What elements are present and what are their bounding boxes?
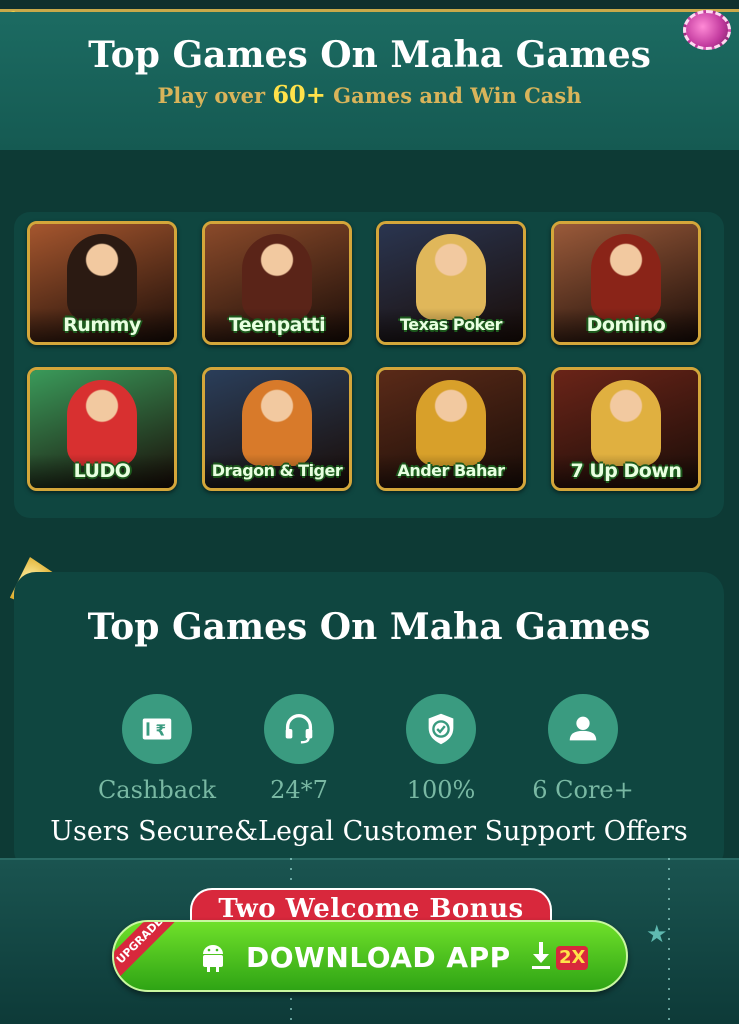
top-strip (0, 0, 739, 12)
casino-chip-icon (683, 10, 731, 50)
download-app-button[interactable]: UPGRADE DOWNLOAD APP 2X (112, 920, 628, 992)
shield-check-icon (406, 694, 476, 764)
game-label: Texas Poker (379, 308, 523, 342)
download-arrow-icon (532, 942, 550, 969)
page-title: Top Games On Maha Games (88, 34, 651, 76)
game-card[interactable]: Rummy (27, 221, 177, 345)
game-card[interactable]: Teenpatti (202, 221, 352, 345)
users-icon (548, 694, 618, 764)
subtitle-suffix: Games and Win Cash (325, 83, 582, 108)
game-label: LUDO (30, 454, 174, 488)
game-label: Rummy (30, 308, 174, 342)
feature-list: ₹ Cashback 24*7 100% 6 Core+ (14, 694, 724, 814)
feature-value: 24*7 (270, 776, 328, 804)
star-decoration-icon: ★ (646, 920, 668, 948)
game-grid: Rummy Teenpatti Texas Poker Domino LUDO Drago… (27, 221, 707, 496)
game-label: Ander Bahar (379, 454, 523, 488)
multiplier-badge: 2X (556, 946, 589, 970)
features-section: Top Games On Maha Games ₹ Cashback 24*7 … (14, 572, 724, 872)
feature-secure: 100% (376, 694, 506, 804)
feature-cashback: ₹ Cashback (92, 694, 222, 804)
game-card[interactable]: 7 Up Down (551, 367, 701, 491)
feature-value: 100% (406, 776, 476, 804)
game-card[interactable]: LUDO (27, 367, 177, 491)
feature-value: Cashback (97, 776, 217, 804)
upgrade-badge: UPGRADE (114, 922, 181, 982)
android-icon (203, 945, 223, 972)
subtitle-prefix: Play over (157, 83, 273, 108)
svg-text:₹: ₹ (156, 722, 167, 740)
rupee-ticket-icon: ₹ (122, 694, 192, 764)
page-header: Top Games On Maha Games Play over 60+ Ga… (0, 12, 739, 150)
features-title: Top Games On Maha Games (87, 606, 651, 648)
game-card[interactable]: Ander Bahar (376, 367, 526, 491)
game-label: 7 Up Down (554, 454, 698, 488)
game-card[interactable]: Texas Poker (376, 221, 526, 345)
feature-users: 6 Core+ (518, 694, 648, 804)
features-description: Users Secure&Legal Customer Support Offe… (50, 816, 688, 847)
game-card[interactable]: Dragon & Tiger (202, 367, 352, 491)
subtitle-highlight: 60+ (272, 80, 326, 109)
feature-support: 24*7 (234, 694, 364, 804)
game-label: Domino (554, 308, 698, 342)
download-label: DOWNLOAD APP (246, 941, 511, 974)
game-card[interactable]: Domino (551, 221, 701, 345)
sparkle-decoration (668, 858, 670, 1024)
game-label: Dragon & Tiger (205, 454, 349, 488)
headset-icon (264, 694, 334, 764)
feature-value: 6 Core+ (532, 776, 634, 804)
game-label: Teenpatti (205, 308, 349, 342)
page-subtitle: Play over 60+ Games and Win Cash (0, 80, 739, 109)
